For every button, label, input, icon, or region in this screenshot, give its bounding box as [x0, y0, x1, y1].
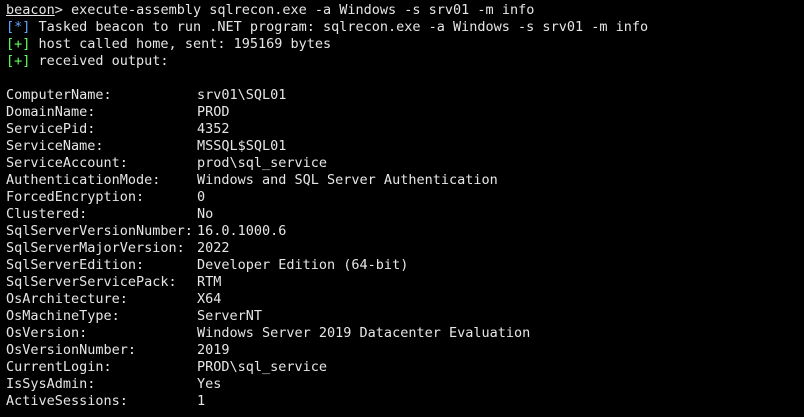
output-key: AuthenticationMode:	[6, 172, 161, 188]
status-message-tasked: [*] Tasked beacon to run .NET program: s…	[6, 19, 798, 36]
output-key: SqlServerMajorVersion:	[6, 240, 185, 256]
output-value: PROD\sql_service	[197, 359, 328, 375]
output-value: No	[197, 206, 214, 222]
output-key: SqlServerEdition:	[6, 257, 145, 273]
output-key: ActiveSessions:	[6, 393, 128, 409]
output-row: ActiveSessions: 1	[6, 393, 798, 410]
output-row: OsArchitecture: X64	[6, 291, 798, 308]
prompt-beacon-name: beacon	[6, 2, 55, 18]
output-key: OsVersionNumber:	[6, 342, 137, 358]
output-key: OsVersion:	[6, 325, 88, 341]
output-row: OsVersion: Windows Server 2019 Datacenter…	[6, 325, 798, 342]
output-key: ServicePid:	[6, 121, 96, 137]
output-key: ForcedEncryption:	[6, 189, 145, 205]
output-row: IsSysAdmin: Yes	[6, 376, 798, 393]
output-key: DomainName:	[6, 104, 96, 120]
output-key: SqlServerServicePack:	[6, 274, 177, 290]
output-value: 2022	[197, 240, 230, 256]
output-value: srv01\SQL01	[197, 87, 287, 103]
output-value: Windows Server 2019 Datacenter Evaluatio…	[197, 325, 531, 341]
output-row: ServicePid: 4352	[6, 121, 798, 138]
output-row: SqlServerMajorVersion: 2022	[6, 240, 798, 257]
output-value: 1	[197, 393, 206, 409]
output-row: DomainName: PROD	[6, 104, 798, 121]
success-tag: [+]	[6, 53, 31, 69]
output-row: AuthenticationMode: Windows and SQL Serve…	[6, 172, 798, 189]
info-tag: [*]	[6, 19, 31, 35]
message-text: received output:	[30, 53, 169, 69]
output-row: ComputerName: srv01\SQL01	[6, 87, 798, 104]
output-row: Clustered: No	[6, 206, 798, 223]
output-value: 4352	[197, 121, 230, 137]
output-value: 2019	[197, 342, 230, 358]
output-key: ServiceName:	[6, 138, 104, 154]
output-value: RTM	[197, 274, 222, 290]
terminal-console[interactable]: beacon> execute-assembly sqlrecon.exe -a…	[0, 0, 804, 417]
output-value: PROD	[197, 104, 230, 120]
output-value: 0	[197, 189, 206, 205]
output-row: SqlServerServicePack: RTM	[6, 274, 798, 291]
output-value: ServerNT	[197, 308, 263, 324]
output-key: SqlServerVersionNumber:	[6, 223, 193, 239]
output-row: ServiceAccount: prod\sql_service	[6, 155, 798, 172]
output-value: Yes	[197, 376, 222, 392]
output-row: SqlServerEdition: Developer Edition (64-b…	[6, 257, 798, 274]
output-key: CurrentLogin:	[6, 359, 112, 375]
message-text: Tasked beacon to run .NET program: sqlre…	[30, 19, 649, 35]
output-row: OsMachineType: ServerNT	[6, 308, 798, 325]
output-value: Windows and SQL Server Authentication	[197, 172, 498, 188]
output-row: ServiceName: MSSQL$SQL01	[6, 138, 798, 155]
output-row: ForcedEncryption: 0	[6, 189, 798, 206]
output-block: ComputerName: srv01\SQL01 DomainName: PROD…	[6, 87, 798, 410]
output-key: Clustered:	[6, 206, 88, 222]
output-key: OsArchitecture:	[6, 291, 128, 307]
status-message-received: [+] received output:	[6, 53, 798, 70]
status-message-sent: [+] host called home, sent: 195169 bytes	[6, 36, 798, 53]
output-row: CurrentLogin: PROD\sql_service	[6, 359, 798, 376]
prompt-symbol: >	[54, 2, 63, 18]
output-value: Developer Edition (64-bit)	[197, 257, 409, 273]
success-tag: [+]	[6, 36, 31, 52]
output-value: MSSQL$SQL01	[197, 138, 287, 154]
output-value: 16.0.1000.6	[197, 223, 287, 239]
output-key: OsMachineType:	[6, 308, 120, 324]
output-key: ComputerName:	[6, 87, 112, 103]
output-value: prod\sql_service	[197, 155, 328, 171]
output-row: SqlServerVersionNumber: 16.0.1000.6	[6, 223, 798, 240]
command-text: execute-assembly sqlrecon.exe -a Windows…	[62, 2, 535, 18]
message-text: host called home, sent: 195169 bytes	[30, 36, 332, 52]
output-row: OsVersionNumber: 2019	[6, 342, 798, 359]
command-line: beacon> execute-assembly sqlrecon.exe -a…	[6, 2, 798, 19]
output-key: ServiceAccount:	[6, 155, 128, 171]
output-key: IsSysAdmin:	[6, 376, 96, 392]
output-value: X64	[197, 291, 222, 307]
